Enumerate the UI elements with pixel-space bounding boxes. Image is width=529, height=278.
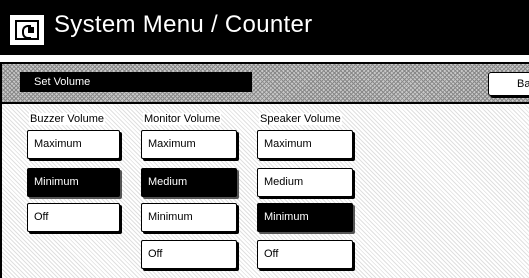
title-bar: System Menu / Counter bbox=[0, 0, 529, 55]
speaker-option-medium[interactable]: Medium bbox=[257, 168, 353, 197]
speaker-option-maximum[interactable]: Maximum bbox=[257, 130, 353, 159]
monitor-option-medium[interactable]: Medium bbox=[141, 168, 237, 197]
page-title: System Menu / Counter bbox=[54, 11, 313, 38]
speaker-volume-label: Speaker Volume bbox=[259, 113, 342, 125]
section-header: Set Volume Ba bbox=[2, 64, 529, 102]
buzzer-volume-label: Buzzer Volume bbox=[29, 113, 105, 125]
monitor-volume-label: Monitor Volume bbox=[143, 113, 222, 125]
speaker-option-minimum[interactable]: Minimum bbox=[257, 203, 353, 232]
buzzer-option-minimum[interactable]: Minimum bbox=[27, 168, 120, 197]
monitor-option-minimum[interactable]: Minimum bbox=[141, 203, 237, 232]
monitor-option-maximum[interactable]: Maximum bbox=[141, 130, 237, 159]
speaker-option-off[interactable]: Off bbox=[257, 240, 353, 269]
back-button[interactable]: Ba bbox=[488, 72, 529, 96]
buzzer-option-maximum[interactable]: Maximum bbox=[27, 130, 120, 159]
section-label: Set Volume bbox=[20, 72, 252, 92]
buzzer-option-off[interactable]: Off bbox=[27, 203, 120, 232]
monitor-option-off[interactable]: Off bbox=[141, 240, 237, 269]
copier-icon bbox=[10, 15, 44, 45]
